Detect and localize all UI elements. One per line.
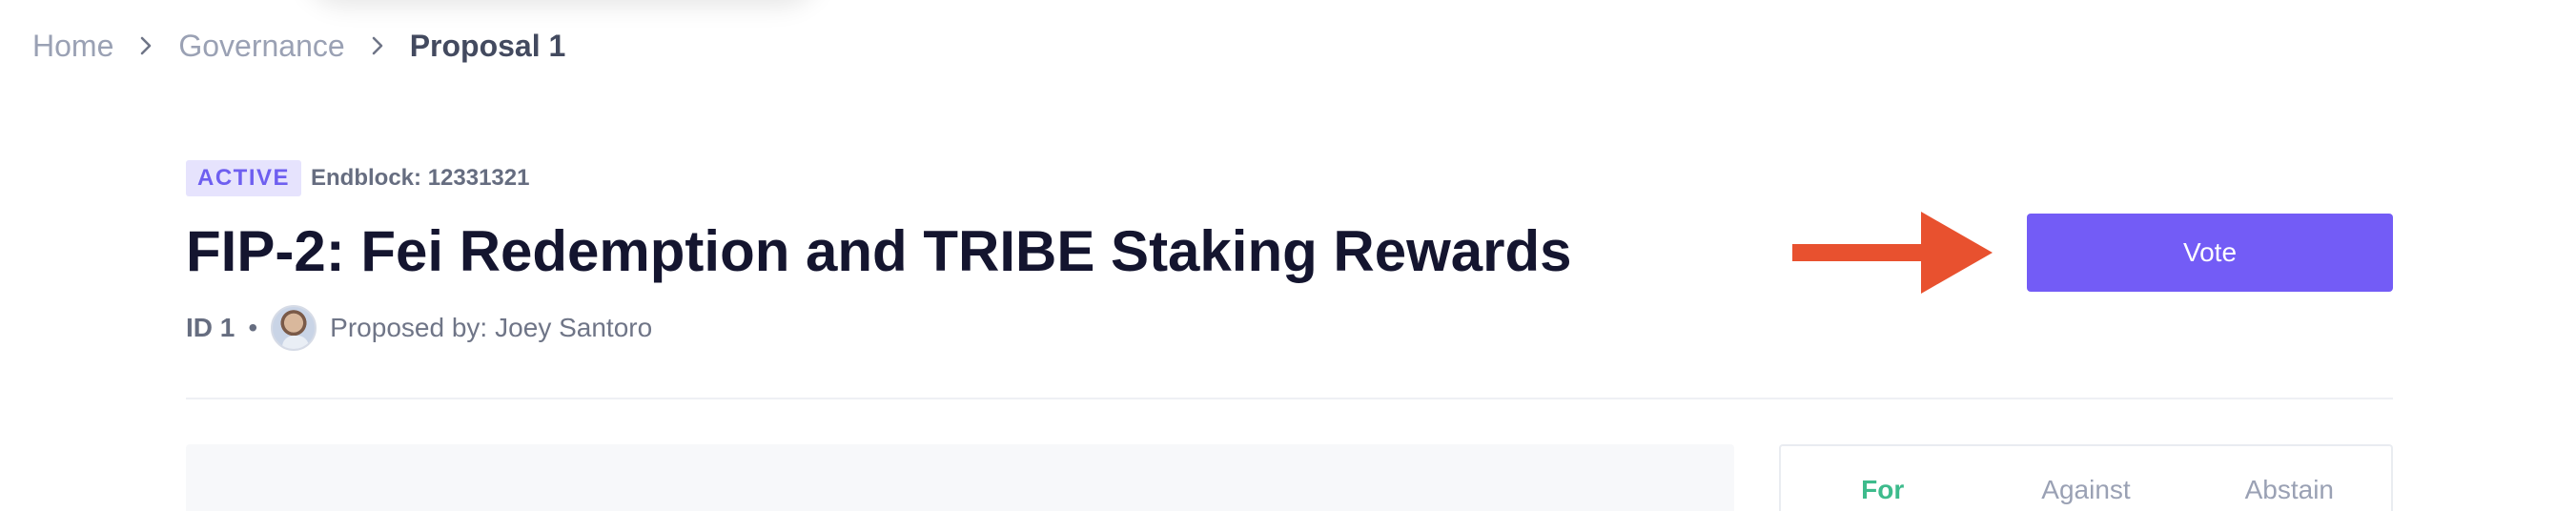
proposal-page: Home Governance Proposal 1 ACTIVE Endblo…	[0, 0, 2576, 511]
header-divider	[186, 398, 2393, 399]
meta-separator: •	[248, 313, 258, 342]
tab-for[interactable]: For	[1781, 461, 1984, 505]
breadcrumb: Home Governance Proposal 1	[32, 23, 565, 69]
breadcrumb-current: Proposal 1	[409, 28, 566, 63]
breadcrumb-governance[interactable]: Governance	[178, 29, 344, 64]
status-row: ACTIVE Endblock: 12331321	[186, 160, 529, 196]
breadcrumb-home[interactable]: Home	[32, 29, 113, 64]
endblock-label: Endblock: 12331321	[311, 165, 530, 191]
arrow-right-icon	[1792, 212, 1993, 294]
chevron-right-icon	[345, 23, 410, 69]
proposed-by-label: Proposed by:	[330, 313, 488, 342]
avatar	[271, 305, 317, 351]
chevron-right-icon	[113, 23, 178, 69]
vote-button[interactable]: Vote	[2027, 214, 2393, 292]
proposal-id: ID 1	[186, 313, 235, 342]
tab-abstain[interactable]: Abstain	[2188, 461, 2391, 505]
page-title: FIP-2: Fei Redemption and TRIBE Staking …	[186, 219, 1572, 283]
proposal-meta: ID 1 • Proposed by: Joey Santoro	[186, 303, 652, 353]
status-badge: ACTIVE	[186, 160, 302, 196]
proposal-content-panel	[186, 444, 1734, 511]
votes-tabs: For Against Abstain	[1779, 444, 2393, 511]
proposer-name[interactable]: Joey Santoro	[495, 313, 652, 343]
tab-against[interactable]: Against	[1984, 461, 2187, 505]
